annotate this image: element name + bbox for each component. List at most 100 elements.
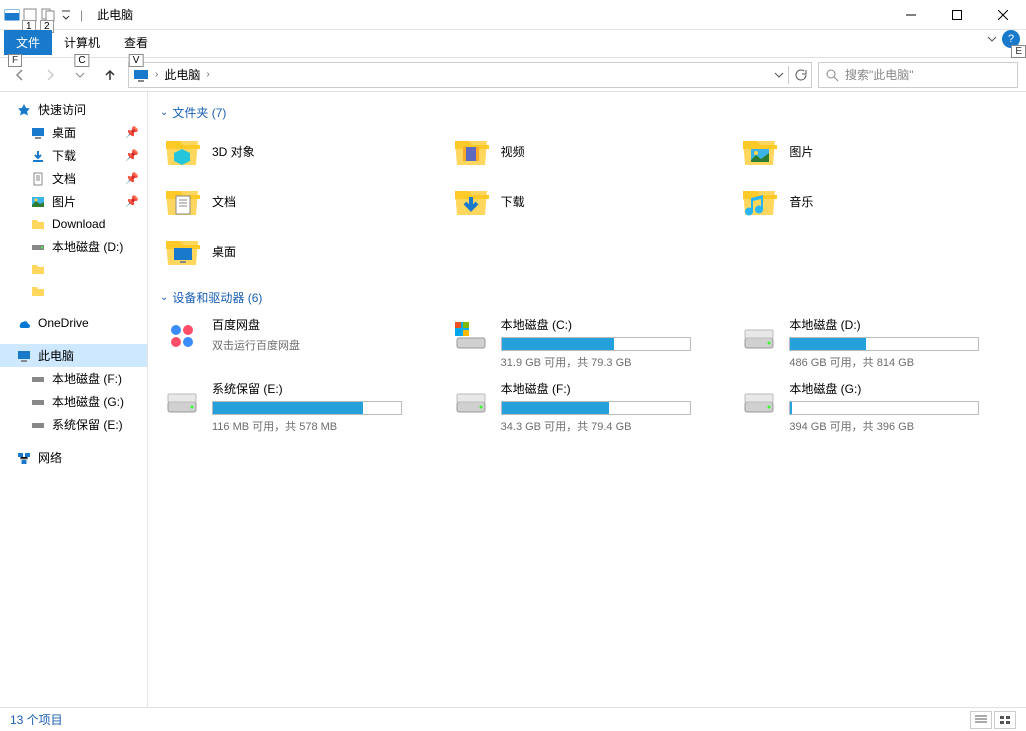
drive-status: 116 MB 可用，共 578 MB bbox=[212, 418, 435, 434]
nav-up-button[interactable] bbox=[98, 63, 122, 87]
network-icon bbox=[16, 450, 32, 466]
help-icon[interactable]: ? E bbox=[1002, 30, 1020, 48]
window-title: 此电脑 bbox=[97, 6, 133, 23]
onedrive-icon bbox=[16, 315, 32, 331]
ribbon-file-tab[interactable]: 文件 F bbox=[4, 30, 52, 55]
close-button[interactable] bbox=[980, 0, 1026, 30]
drive-usage-bar bbox=[789, 401, 979, 415]
folder-icon bbox=[162, 131, 202, 171]
sidebar-item-pictures[interactable]: 图片📌 bbox=[0, 190, 147, 213]
folder-name: 图片 bbox=[789, 143, 813, 160]
breadcrumb-chevron[interactable]: › bbox=[206, 69, 209, 80]
drive-item[interactable]: 本地磁盘 (F:)34.3 GB 可用，共 79.4 GB bbox=[449, 378, 726, 436]
folder-name: 下载 bbox=[501, 193, 525, 210]
drive-name: 本地磁盘 (D:) bbox=[789, 316, 1012, 333]
downloads-icon bbox=[30, 148, 46, 164]
sidebar-this-pc[interactable]: 此电脑 bbox=[0, 344, 147, 367]
sidebar-quick-access[interactable]: 快速访问 bbox=[0, 98, 147, 121]
drive-usage-bar bbox=[212, 401, 402, 415]
breadcrumb-chevron[interactable]: › bbox=[155, 69, 158, 80]
content-area: ⌄ 文件夹 (7) 3D 对象 视频 图片文档 下载 音乐桌面 ⌄ 设备和驱动器 (6)… bbox=[148, 92, 1026, 707]
drive-item[interactable]: 本地磁盘 (G:)394 GB 可用，共 396 GB bbox=[737, 378, 1014, 436]
folder-name: 音乐 bbox=[789, 193, 813, 210]
sidebar-network[interactable]: 网络 bbox=[0, 446, 147, 469]
ribbon: 文件 F 计算机 C 查看 V ? E bbox=[0, 30, 1026, 58]
statusbar: 13 个项目 bbox=[0, 707, 1026, 731]
sidebar-item-downloads[interactable]: 下载📌 bbox=[0, 144, 147, 167]
drive-name: 系统保留 (E:) bbox=[212, 380, 435, 397]
folder-item[interactable]: 下载 bbox=[449, 179, 726, 223]
view-icons-button[interactable] bbox=[994, 711, 1016, 729]
view-details-button[interactable] bbox=[970, 711, 992, 729]
sidebar-item-folder[interactable]: Download bbox=[0, 213, 147, 235]
ribbon-expand-icon[interactable] bbox=[986, 33, 998, 45]
sidebar-item-documents[interactable]: 文档📌 bbox=[0, 167, 147, 190]
qat-item[interactable]: 2 bbox=[40, 7, 56, 23]
folder-name: 3D 对象 bbox=[212, 143, 255, 160]
search-icon bbox=[825, 68, 839, 82]
sidebar-item-drive[interactable]: 本地磁盘 (D:) bbox=[0, 235, 147, 258]
breadcrumb[interactable]: 此电脑 bbox=[164, 66, 200, 83]
address-dropdown-icon[interactable] bbox=[774, 70, 784, 80]
folder-item[interactable]: 音乐 bbox=[737, 179, 1014, 223]
folder-icon bbox=[162, 231, 202, 271]
folder-icon bbox=[30, 216, 46, 232]
folder-item[interactable]: 图片 bbox=[737, 129, 1014, 173]
drive-item[interactable]: 百度网盘双击运行百度网盘 bbox=[160, 314, 437, 372]
group-header-folders[interactable]: ⌄ 文件夹 (7) bbox=[160, 104, 1014, 121]
nav-forward-button[interactable] bbox=[38, 63, 62, 87]
folder-name: 文档 bbox=[212, 193, 236, 210]
qat-item[interactable]: 1 bbox=[22, 7, 38, 23]
ribbon-tab-view[interactable]: 查看 V bbox=[112, 30, 160, 55]
sidebar-item-folder[interactable] bbox=[0, 280, 147, 302]
sidebar-item-drive[interactable]: 系统保留 (E:) bbox=[0, 413, 147, 436]
search-input[interactable]: 搜索"此电脑" bbox=[818, 62, 1018, 88]
drive-subtitle: 双击运行百度网盘 bbox=[212, 337, 435, 353]
folder-item[interactable]: 视频 bbox=[449, 129, 726, 173]
status-count: 13 个项目 bbox=[10, 711, 63, 728]
qat-dropdown-icon[interactable] bbox=[58, 7, 74, 23]
pin-icon: 📌 bbox=[125, 149, 139, 162]
drive-icon bbox=[30, 239, 46, 255]
titlebar: 1 2 | 此电脑 bbox=[0, 0, 1026, 30]
folder-icon bbox=[30, 261, 46, 277]
maximize-button[interactable] bbox=[934, 0, 980, 30]
chevron-down-icon: ⌄ bbox=[160, 292, 168, 303]
minimize-button[interactable] bbox=[888, 0, 934, 30]
folder-name: 桌面 bbox=[212, 243, 236, 260]
drive-usage-bar bbox=[501, 337, 691, 351]
chevron-down-icon: ⌄ bbox=[160, 107, 168, 118]
pin-icon: 📌 bbox=[125, 195, 139, 208]
drive-icon bbox=[739, 316, 779, 356]
folder-icon bbox=[739, 181, 779, 221]
drive-icon bbox=[451, 380, 491, 420]
desktop-icon bbox=[30, 125, 46, 141]
drive-usage-bar bbox=[501, 401, 691, 415]
group-header-devices[interactable]: ⌄ 设备和驱动器 (6) bbox=[160, 289, 1014, 306]
drive-item[interactable]: 系统保留 (E:) 116 MB 可用，共 578 MB bbox=[160, 378, 437, 436]
sidebar-item-drive[interactable]: 本地磁盘 (G:) bbox=[0, 390, 147, 413]
folder-item[interactable]: 桌面 bbox=[160, 229, 437, 273]
drive-icon bbox=[162, 316, 202, 356]
folder-item[interactable]: 3D 对象 bbox=[160, 129, 437, 173]
sidebar-item-drive[interactable]: 本地磁盘 (F:) bbox=[0, 367, 147, 390]
ribbon-tab-computer[interactable]: 计算机 C bbox=[52, 30, 112, 55]
drive-icon bbox=[30, 371, 46, 387]
folder-name: 视频 bbox=[501, 143, 525, 160]
address-bar-row: › 此电脑 › 搜索"此电脑" bbox=[0, 58, 1026, 92]
folder-item[interactable]: 文档 bbox=[160, 179, 437, 223]
refresh-icon[interactable] bbox=[793, 68, 807, 82]
app-icon bbox=[4, 7, 20, 23]
folder-icon bbox=[30, 283, 46, 299]
address-box[interactable]: › 此电脑 › bbox=[128, 62, 812, 88]
sidebar-item-desktop[interactable]: 桌面📌 bbox=[0, 121, 147, 144]
sidebar-onedrive[interactable]: OneDrive bbox=[0, 312, 147, 334]
drive-name: 本地磁盘 (C:) bbox=[501, 316, 724, 333]
drive-item[interactable]: 本地磁盘 (C:)31.9 GB 可用，共 79.3 GB bbox=[449, 314, 726, 372]
drive-item[interactable]: 本地磁盘 (D:)486 GB 可用，共 814 GB bbox=[737, 314, 1014, 372]
this-pc-icon bbox=[133, 67, 149, 83]
folder-icon bbox=[451, 131, 491, 171]
drive-name: 本地磁盘 (F:) bbox=[501, 380, 724, 397]
sidebar-item-folder[interactable] bbox=[0, 258, 147, 280]
folder-icon bbox=[162, 181, 202, 221]
